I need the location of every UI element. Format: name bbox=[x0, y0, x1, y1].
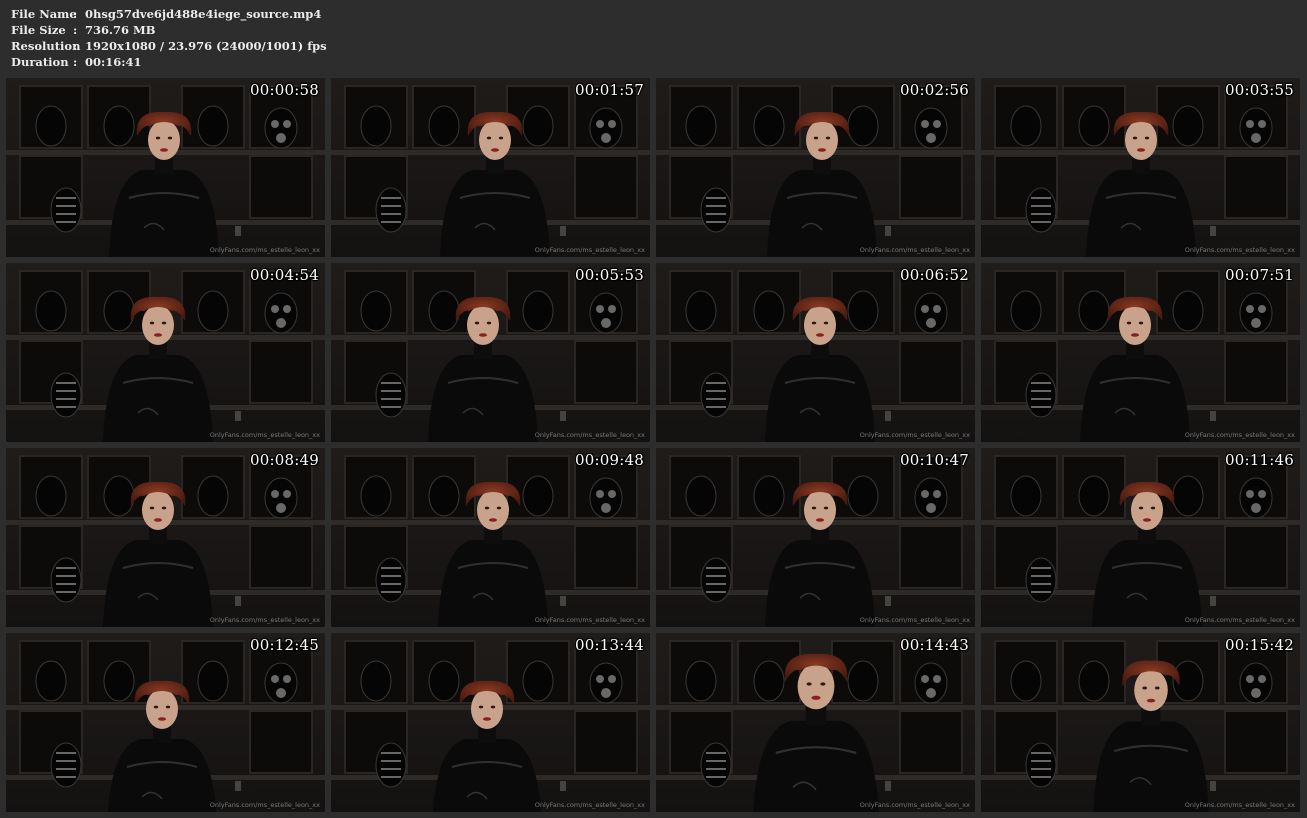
video-frame-image bbox=[656, 78, 975, 257]
resolution-row: Resolution : 1920x1080 / 23.976 (24000/1… bbox=[11, 38, 327, 54]
thumbnail-timestamp: 00:15:42 bbox=[1225, 636, 1294, 654]
resolution-label: Resolution bbox=[11, 39, 81, 53]
thumbnail-timestamp: 00:02:56 bbox=[900, 81, 969, 99]
thumbnail-timestamp: 00:09:48 bbox=[575, 451, 644, 469]
video-thumbnail[interactable]: 00:06:52 OnlyFans.com/ms_estelle_leon_xx bbox=[656, 263, 975, 442]
video-thumbnail[interactable]: 00:15:42 OnlyFans.com/ms_estelle_leon_xx bbox=[981, 633, 1300, 812]
thumbnail-timestamp: 00:10:47 bbox=[900, 451, 969, 469]
video-frame-image bbox=[331, 633, 650, 812]
video-thumbnail[interactable]: 00:10:47 OnlyFans.com/ms_estelle_leon_xx bbox=[656, 448, 975, 627]
watermark-text: OnlyFans.com/ms_estelle_leon_xx bbox=[209, 801, 320, 809]
file-name-value: 0hsg57dve6jd488e4iege_source.mp4 bbox=[85, 7, 322, 21]
video-frame-image bbox=[6, 263, 325, 442]
video-thumbnail[interactable]: 00:02:56 OnlyFans.com/ms_estelle_leon_xx bbox=[656, 78, 975, 257]
watermark-text: OnlyFans.com/ms_estelle_leon_xx bbox=[859, 431, 970, 439]
video-frame-image bbox=[6, 633, 325, 812]
thumbnail-timestamp: 00:04:54 bbox=[250, 266, 319, 284]
video-frame-image bbox=[6, 78, 325, 257]
video-thumbnail[interactable]: 00:09:48 OnlyFans.com/ms_estelle_leon_xx bbox=[331, 448, 650, 627]
watermark-text: OnlyFans.com/ms_estelle_leon_xx bbox=[1184, 801, 1295, 809]
thumbnail-timestamp: 00:12:45 bbox=[250, 636, 319, 654]
watermark-text: OnlyFans.com/ms_estelle_leon_xx bbox=[534, 616, 645, 624]
thumbnail-timestamp: 00:05:53 bbox=[575, 266, 644, 284]
watermark-text: OnlyFans.com/ms_estelle_leon_xx bbox=[534, 801, 645, 809]
separator: : bbox=[73, 23, 78, 37]
watermark-text: OnlyFans.com/ms_estelle_leon_xx bbox=[209, 616, 320, 624]
thumbnail-timestamp: 00:03:55 bbox=[1225, 81, 1294, 99]
file-name-row: File Name : 0hsg57dve6jd488e4iege_source… bbox=[11, 6, 327, 22]
file-size-row: File Size : 736.76 MB bbox=[11, 22, 327, 38]
thumbnail-timestamp: 00:14:43 bbox=[900, 636, 969, 654]
watermark-text: OnlyFans.com/ms_estelle_leon_xx bbox=[534, 246, 645, 254]
video-thumbnail[interactable]: 00:07:51 OnlyFans.com/ms_estelle_leon_xx bbox=[981, 263, 1300, 442]
video-frame-image bbox=[981, 633, 1300, 812]
watermark-text: OnlyFans.com/ms_estelle_leon_xx bbox=[1184, 431, 1295, 439]
separator: : bbox=[73, 39, 78, 53]
watermark-text: OnlyFans.com/ms_estelle_leon_xx bbox=[209, 431, 320, 439]
video-frame-image bbox=[331, 448, 650, 627]
video-frame-image bbox=[331, 78, 650, 257]
video-thumbnail[interactable]: 00:13:44 OnlyFans.com/ms_estelle_leon_xx bbox=[331, 633, 650, 812]
watermark-text: OnlyFans.com/ms_estelle_leon_xx bbox=[859, 801, 970, 809]
thumbnail-timestamp: 00:00:58 bbox=[250, 81, 319, 99]
video-thumbnail[interactable]: 00:12:45 OnlyFans.com/ms_estelle_leon_xx bbox=[6, 633, 325, 812]
video-thumbnail[interactable]: 00:00:58 OnlyFans.com/ms_estelle_leon_xx bbox=[6, 78, 325, 257]
thumbnail-timestamp: 00:01:57 bbox=[575, 81, 644, 99]
video-thumbnail[interactable]: 00:03:55 OnlyFans.com/ms_estelle_leon_xx bbox=[981, 78, 1300, 257]
file-size-value: 736.76 MB bbox=[85, 23, 156, 37]
watermark-text: OnlyFans.com/ms_estelle_leon_xx bbox=[534, 431, 645, 439]
thumbnail-timestamp: 00:06:52 bbox=[900, 266, 969, 284]
video-thumbnail[interactable]: 00:01:57 OnlyFans.com/ms_estelle_leon_xx bbox=[331, 78, 650, 257]
duration-row: Duration : 00:16:41 bbox=[11, 54, 327, 70]
video-thumbnail[interactable]: 00:08:49 OnlyFans.com/ms_estelle_leon_xx bbox=[6, 448, 325, 627]
file-size-label: File Size bbox=[11, 23, 66, 37]
video-frame-image bbox=[981, 448, 1300, 627]
video-frame-image bbox=[6, 448, 325, 627]
video-frame-image bbox=[981, 78, 1300, 257]
separator: : bbox=[73, 55, 78, 69]
thumbnail-grid: 00:00:58 OnlyFans.com/ms_estelle_leon_xx 0… bbox=[6, 78, 1302, 814]
video-thumbnail[interactable]: 00:14:43 OnlyFans.com/ms_estelle_leon_xx bbox=[656, 633, 975, 812]
watermark-text: OnlyFans.com/ms_estelle_leon_xx bbox=[1184, 616, 1295, 624]
separator: : bbox=[73, 7, 78, 21]
video-thumbnail[interactable]: 00:11:46 OnlyFans.com/ms_estelle_leon_xx bbox=[981, 448, 1300, 627]
watermark-text: OnlyFans.com/ms_estelle_leon_xx bbox=[1184, 246, 1295, 254]
duration-label: Duration bbox=[11, 55, 69, 69]
thumbnail-timestamp: 00:11:46 bbox=[1225, 451, 1294, 469]
video-frame-image bbox=[656, 448, 975, 627]
video-frame-image bbox=[981, 263, 1300, 442]
resolution-value: 1920x1080 / 23.976 (24000/1001) fps bbox=[85, 39, 327, 53]
thumbnail-timestamp: 00:07:51 bbox=[1225, 266, 1294, 284]
thumbnail-timestamp: 00:13:44 bbox=[575, 636, 644, 654]
watermark-text: OnlyFans.com/ms_estelle_leon_xx bbox=[859, 616, 970, 624]
video-thumbnail[interactable]: 00:05:53 OnlyFans.com/ms_estelle_leon_xx bbox=[331, 263, 650, 442]
file-name-label: File Name bbox=[11, 7, 77, 21]
duration-value: 00:16:41 bbox=[85, 55, 142, 69]
watermark-text: OnlyFans.com/ms_estelle_leon_xx bbox=[209, 246, 320, 254]
video-frame-image bbox=[331, 263, 650, 442]
watermark-text: OnlyFans.com/ms_estelle_leon_xx bbox=[859, 246, 970, 254]
video-frame-image bbox=[656, 263, 975, 442]
video-frame-image bbox=[656, 633, 975, 812]
file-info-header: File Name : 0hsg57dve6jd488e4iege_source… bbox=[11, 6, 327, 70]
thumbnail-timestamp: 00:08:49 bbox=[250, 451, 319, 469]
video-thumbnail[interactable]: 00:04:54 OnlyFans.com/ms_estelle_leon_xx bbox=[6, 263, 325, 442]
